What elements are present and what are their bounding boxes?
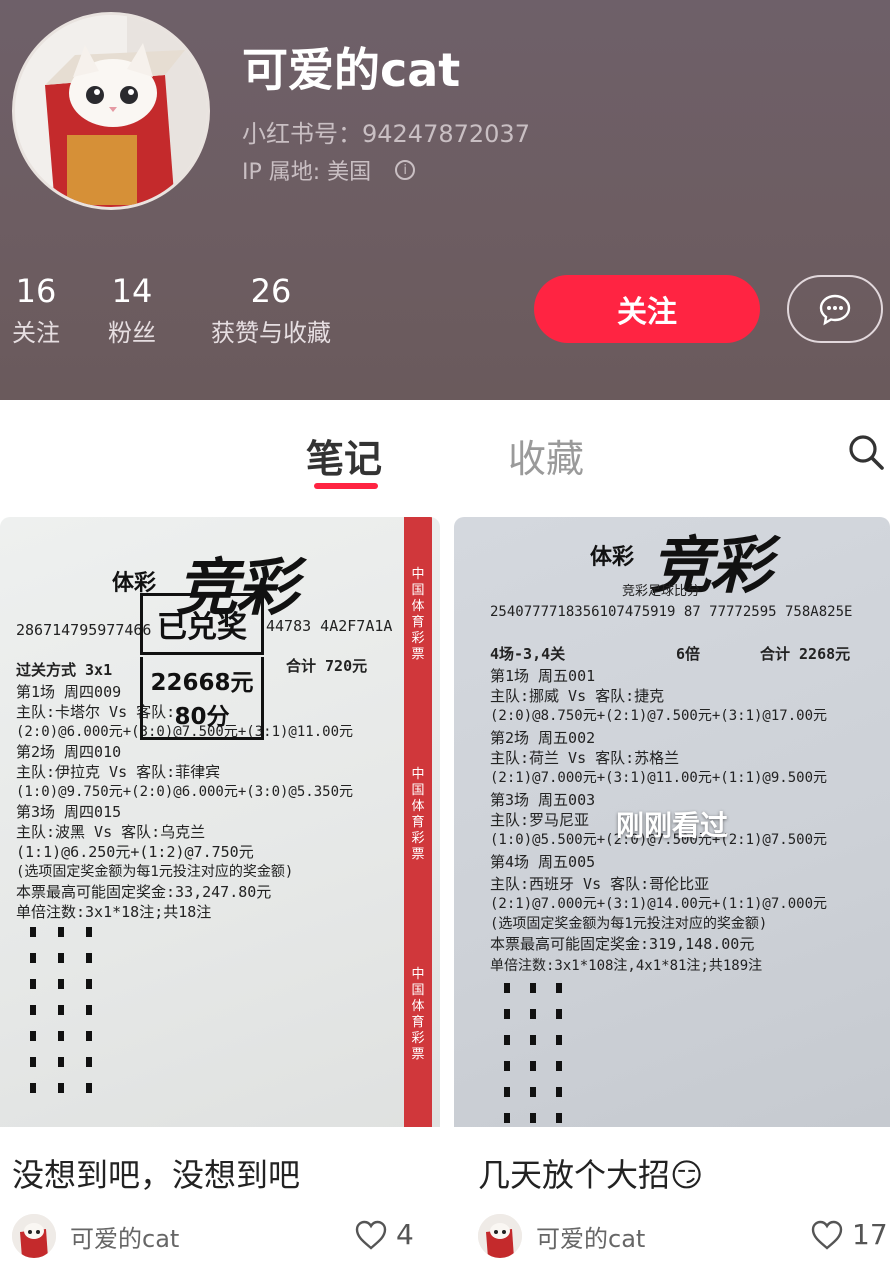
stat-followers-count: 14 <box>111 272 153 310</box>
cat-in-box-avatar-icon <box>478 1214 522 1258</box>
ticket-brand-small: 体彩 <box>590 544 635 570</box>
like-count: 4 <box>396 1218 414 1251</box>
content-tabs: 笔记 收藏 <box>0 400 890 505</box>
ticket-line: 6倍 <box>676 645 701 663</box>
stat-following[interactable]: 16 关注 <box>6 272 66 350</box>
heart-icon <box>355 1220 387 1250</box>
strip-text: 中国体育彩票 <box>411 767 425 862</box>
ticket-subtitle: 竞彩足球比分 <box>622 584 701 599</box>
tab-active-indicator <box>314 483 378 489</box>
stat-following-count: 16 <box>15 272 57 310</box>
follow-button[interactable]: 关注 <box>534 275 760 343</box>
ticket-line: 主队:伊拉克 Vs 客队:菲律宾 <box>16 763 221 781</box>
ticket-line: 合计 720元 <box>286 657 368 675</box>
profile-ip-location: IP 属地: 美国 i <box>242 154 416 186</box>
stat-followers-label: 粉丝 <box>108 319 156 347</box>
ticket-line: 主队:荷兰 Vs 客队:苏格兰 <box>490 749 680 767</box>
stamp-line-1: 已兑奖 <box>157 610 247 645</box>
ticket-dots <box>86 927 92 1109</box>
stamp-line-2: 22668元80分 <box>150 670 254 730</box>
ticket-line: 第3场 周四015 <box>16 803 122 821</box>
ticket-red-strip: 中国体育彩票 中国体育彩票 中国体育彩票 <box>404 517 432 1127</box>
ticket-dots <box>30 927 36 1109</box>
ticket-dots <box>58 927 64 1109</box>
ticket-line: (选项固定奖金额为每1元投注对应的奖金额) <box>490 916 768 932</box>
ticket-dots <box>530 983 536 1127</box>
stat-likes-collects[interactable]: 26 获赞与收藏 <box>200 272 342 350</box>
ticket-line: (2:0)@8.750元+(2:1)@7.500元+(3:1)@17.00元 <box>490 708 828 724</box>
tab-collections[interactable]: 收藏 <box>508 428 584 483</box>
redeemed-stamp: 已兑奖 <box>140 593 264 655</box>
stat-followers[interactable]: 14 粉丝 <box>102 272 162 350</box>
ticket-serial-tail: 44783 4A2F7A1A <box>266 617 393 635</box>
ticket-line: 主队:波黑 Vs 客队:乌克兰 <box>16 823 206 841</box>
ticket-line: (2:1)@7.000元+(3:1)@11.00元+(1:1)@9.500元 <box>490 770 828 786</box>
recently-viewed-label: 刚刚看过 <box>616 809 729 842</box>
strip-text: 中国体育彩票 <box>411 967 425 1062</box>
author-name: 可爱的cat <box>70 1224 180 1253</box>
heart-icon <box>811 1220 843 1250</box>
ip-location-text: IP 属地: 美国 <box>242 160 372 185</box>
ticket-line: 合计 2268元 <box>760 645 851 663</box>
note-title[interactable]: 几天放个大招😏 <box>478 1150 703 1196</box>
ticket-line: (1:1)@6.250元+(1:2)@7.750元 <box>16 843 254 861</box>
ticket-line: 本票最高可能固定奖金:33,247.80元 <box>16 883 272 901</box>
note-author[interactable]: 可爱的cat <box>12 1214 179 1258</box>
ticket-line: 主队:挪威 Vs 客队:捷克 <box>490 687 665 705</box>
strip-text: 中国体育彩票 <box>411 567 425 662</box>
ticket-line: 第2场 周五002 <box>490 729 596 747</box>
ticket-line: 主队:西班牙 Vs 客队:哥伦比亚 <box>490 875 710 893</box>
ticket-line: 单倍注数:3x1*18注;共18注 <box>16 903 212 921</box>
message-button[interactable] <box>787 275 883 343</box>
note-cover-image[interactable]: 体彩 竞彩 286714795977466 44783 4A2F7A1A 过关方… <box>0 517 440 1127</box>
like-button[interactable]: 4 <box>354 1218 414 1251</box>
ticket-line: 第3场 周五003 <box>490 791 596 809</box>
ticket-line: 本票最高可能固定奖金:319,148.00元 <box>490 935 755 953</box>
stat-likes-label: 获赞与收藏 <box>211 319 331 347</box>
ticket-line: 第2场 周四010 <box>16 743 122 761</box>
like-button[interactable]: 17 <box>810 1218 888 1251</box>
ticket-line: (选项固定奖金额为每1元投注对应的奖金额) <box>16 864 294 880</box>
cat-in-box-avatar-icon <box>15 15 207 207</box>
info-icon[interactable]: i <box>395 160 416 180</box>
profile-header: 可爱的cat 小红书号：94247872037 IP 属地: 美国 i 16 关… <box>0 0 890 400</box>
stat-following-label: 关注 <box>12 319 60 347</box>
ticket-serial: 2540777718356107475919 87 77772595 758A8… <box>490 604 853 620</box>
ticket-serial: 286714795977466 <box>16 621 152 639</box>
tab-notes[interactable]: 笔记 <box>306 428 382 483</box>
ticket-line: 第1场 周五001 <box>490 667 596 685</box>
ticket-line: 主队:罗马尼亚 <box>490 811 590 829</box>
note-author[interactable]: 可爱的cat <box>478 1214 645 1258</box>
note-card[interactable]: 体彩 竞彩 286714795977466 44783 4A2F7A1A 过关方… <box>0 517 440 1127</box>
author-name: 可爱的cat <box>536 1224 646 1253</box>
profile-avatar[interactable] <box>12 12 210 210</box>
author-avatar <box>12 1214 56 1258</box>
profile-nickname: 可爱的cat <box>242 43 461 97</box>
lottery-ticket-photo: 体彩 竞彩 286714795977466 44783 4A2F7A1A 过关方… <box>0 517 440 1127</box>
profile-red-id: 小红书号：94247872037 <box>242 120 530 148</box>
note-title[interactable]: 没想到吧，没想到吧 <box>12 1150 300 1196</box>
search-icon <box>849 435 884 470</box>
author-avatar <box>478 1214 522 1258</box>
cat-in-box-avatar-icon <box>12 1214 56 1258</box>
ticket-dots <box>556 983 562 1127</box>
ticket-line: (2:1)@7.000元+(3:1)@14.00元+(1:1)@7.000元 <box>490 896 828 912</box>
ticket-line: 单倍注数:3x1*108注,4x1*81注;共189注 <box>490 958 763 974</box>
ticket-dots <box>504 983 510 1127</box>
ticket-line: 第1场 周四009 <box>16 683 122 701</box>
stat-likes-count: 26 <box>250 272 292 310</box>
ticket-line: 4场-3,4关 <box>490 645 566 663</box>
ticket-line: 过关方式 3x1 <box>16 661 113 679</box>
search-button[interactable] <box>846 432 886 472</box>
ticket-line: 第4场 周五005 <box>490 853 596 871</box>
chat-bubble-icon <box>819 294 851 326</box>
prize-amount-stamp: 22668元80分 <box>140 657 264 740</box>
like-count: 17 <box>852 1218 888 1251</box>
ticket-line: (1:0)@9.750元+(2:0)@6.000元+(3:0)@5.350元 <box>16 784 354 800</box>
